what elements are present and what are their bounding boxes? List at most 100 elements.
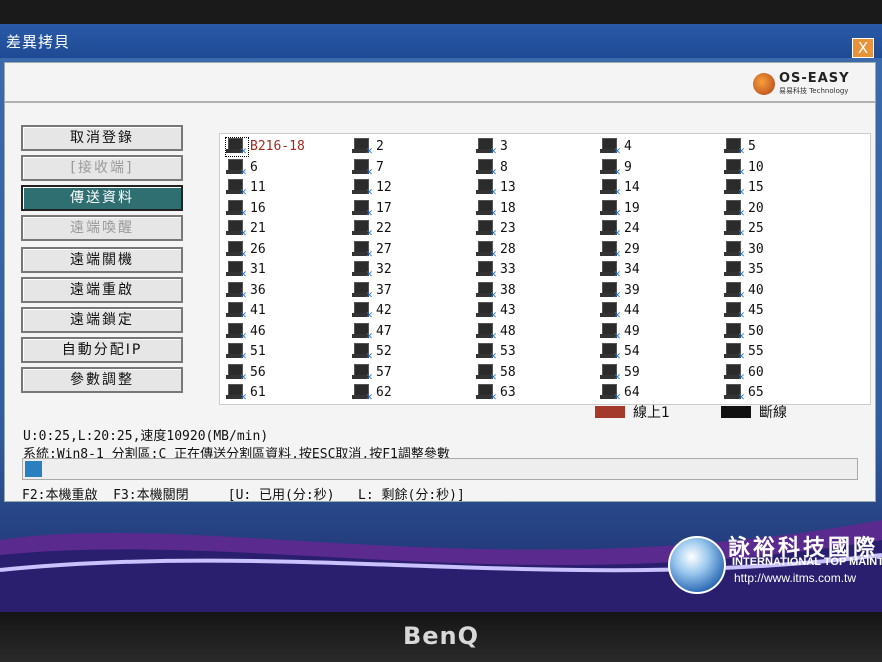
client-label: 65 — [748, 385, 764, 400]
legend-swatch-offline — [721, 406, 751, 418]
computer-icon: ✕ — [724, 302, 746, 320]
client-label: 19 — [624, 200, 640, 216]
client-label: 21 — [250, 221, 266, 236]
computer-icon: ✕ — [724, 384, 746, 402]
button-2[interactable]: 傳送資料 — [21, 185, 183, 211]
computer-icon: ✕ — [352, 384, 374, 402]
computer-icon: ✕ — [724, 220, 746, 238]
client-label: 57 — [376, 364, 392, 380]
client-label: 53 — [500, 344, 516, 359]
client-label: 39 — [624, 282, 640, 298]
button-4[interactable]: 遠端關機 — [21, 247, 183, 273]
client-label: 51 — [250, 344, 266, 359]
button-0[interactable]: 取消登錄 — [21, 125, 183, 151]
client-label: 60 — [748, 364, 764, 380]
computer-icon: ✕ — [724, 199, 746, 218]
screen: 差異拷貝 X OS-EASY 易易科技 Technology 取消登錄 [接收端]… — [0, 24, 882, 612]
client-label: 37 — [376, 282, 392, 298]
computer-icon: ✕ — [226, 261, 248, 279]
client-label: 41 — [250, 303, 266, 318]
computer-icon: ✕ — [600, 363, 622, 382]
monitor-bezel-top — [0, 0, 882, 24]
computer-icon: ✕ — [476, 158, 498, 177]
computer-icon: ✕ — [724, 179, 746, 197]
client-label: 38 — [500, 282, 516, 298]
client-label: 48 — [500, 323, 516, 339]
client-label: 30 — [748, 241, 764, 257]
computer-icon: ✕ — [476, 261, 498, 279]
client-label: 56 — [250, 364, 266, 380]
client-label: 54 — [624, 344, 640, 359]
computer-icon: ✕ — [226, 240, 248, 259]
computer-icon: ✕ — [600, 220, 622, 238]
computer-icon: ✕ — [476, 199, 498, 218]
computer-icon: ✕ — [476, 363, 498, 382]
client-label: 14 — [624, 180, 640, 195]
computer-icon: ✕ — [476, 240, 498, 259]
button-8[interactable]: 參數調整 — [21, 367, 183, 393]
client-label: 3 — [500, 139, 508, 154]
computer-icon: ✕ — [352, 302, 374, 320]
computer-icon: ✕ — [600, 179, 622, 197]
computer-icon: ✕ — [600, 322, 622, 341]
computer-icon: ✕ — [724, 363, 746, 382]
computer-icon: ✕ — [352, 220, 374, 238]
button-5[interactable]: 遠端重啟 — [21, 277, 183, 303]
client-label: 32 — [376, 262, 392, 277]
computer-icon: ✕ — [226, 322, 248, 341]
client-label: 61 — [250, 385, 266, 400]
close-button[interactable]: X — [852, 38, 874, 58]
computer-icon: ✕ — [352, 322, 374, 341]
client-label: 40 — [748, 282, 764, 298]
client-label: 47 — [376, 323, 392, 339]
client-label: 36 — [250, 282, 266, 298]
computer-icon: ✕ — [724, 240, 746, 259]
computer-icon: ✕ — [226, 281, 248, 300]
computer-icon: ✕ — [226, 158, 248, 177]
client-label: 55 — [748, 344, 764, 359]
computer-icon: ✕ — [476, 322, 498, 341]
brand-subtitle: INTERNATIONAL TOP MAINTENANCE — [732, 556, 882, 568]
client-label: 16 — [250, 200, 266, 216]
client-label: 50 — [748, 323, 764, 339]
client-label: 35 — [748, 262, 764, 277]
computer-icon: ✕ — [476, 179, 498, 197]
client-label: 4 — [624, 139, 632, 154]
computer-icon: ✕ — [352, 281, 374, 300]
button-1[interactable]: [接收端] — [21, 155, 183, 181]
monitor-brand: BenQ — [402, 622, 480, 650]
client-label: 29 — [624, 241, 640, 257]
computer-icon: ✕ — [600, 138, 622, 156]
client-label: 46 — [250, 323, 266, 339]
computer-icon: ✕ — [352, 363, 374, 382]
computer-icon: ✕ — [226, 220, 248, 238]
client-label: 25 — [748, 221, 764, 236]
client-label: 15 — [748, 180, 764, 195]
computer-icon: ✕ — [352, 343, 374, 361]
computer-icon: ✕ — [476, 384, 498, 402]
client-label: 26 — [250, 241, 266, 257]
title-bar: 差異拷貝 X — [0, 24, 882, 58]
computer-icon: ✕ — [600, 384, 622, 402]
client-label: 9 — [624, 159, 632, 175]
button-3[interactable]: 遠端喚醒 — [21, 215, 183, 241]
computer-icon: ✕ — [476, 302, 498, 320]
client-grid: ✕ B216-18 ✕ 2 ✕ 3 ✕ 4 ✕ 5 ✕ 6 ✕ 7 ✕ 8 ✕ 9 ✕ 10 ✕ 11 ✕ 12 ✕ 13 ✕ 14 ✕… — [219, 133, 871, 405]
progress-bar — [22, 458, 858, 480]
client-label: B216-18 — [250, 139, 305, 154]
client-label: 31 — [250, 262, 266, 277]
computer-icon: ✕ — [476, 220, 498, 238]
computer-icon: ✕ — [600, 158, 622, 177]
computer-icon: ✕ — [476, 281, 498, 300]
computer-icon: ✕ — [724, 322, 746, 341]
client-label: 22 — [376, 221, 392, 236]
client-label: 33 — [500, 262, 516, 277]
computer-icon: ✕ — [226, 199, 248, 218]
legend-swatch-online — [595, 406, 625, 418]
client-label: 12 — [376, 180, 392, 195]
button-7[interactable]: 自動分配IP — [21, 337, 183, 363]
logo-subtitle: 易易科技 Technology — [779, 87, 849, 95]
main-panel: OS-EASY 易易科技 Technology 取消登錄 [接收端] 傳送資料 遠端喚… — [4, 62, 876, 502]
computer-icon: ✕ — [600, 261, 622, 279]
button-6[interactable]: 遠端鎖定 — [21, 307, 183, 333]
